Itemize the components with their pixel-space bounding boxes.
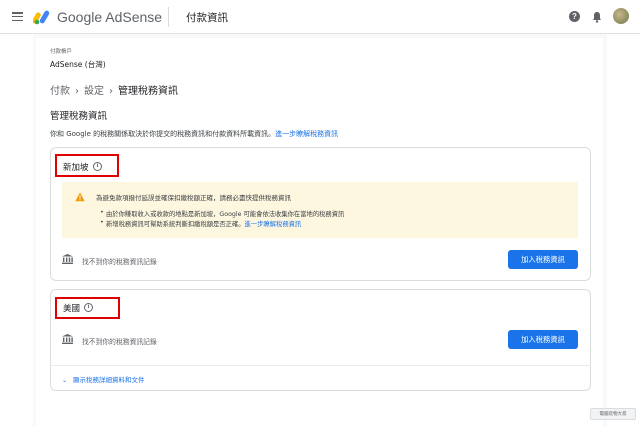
warning-bullet-text: 新增稅務資訊可幫助系統判斷扣繳稅額是否正確。 [106, 221, 245, 228]
highlight-box [55, 154, 119, 177]
warning-title: 為避免款項撥付延誤並確保扣繳稅額正確，請務必盡快提供稅務資訊 [96, 194, 291, 202]
warning-bullet: 新增稅務資訊可幫助系統判斷扣繳稅額是否正確。進一步瞭解稅務資訊 [100, 219, 302, 228]
watermark-logo: 電腦玩物大叔 [590, 408, 636, 420]
breadcrumb-chevron-icon: › [109, 86, 113, 97]
no-record-text: 找不到你的稅務資訊記錄 [82, 338, 157, 346]
bell-icon[interactable] [592, 11, 602, 23]
learn-more-link[interactable]: 進一步瞭解稅務資訊 [275, 130, 338, 138]
adsense-logo-icon[interactable] [33, 9, 51, 25]
learn-more-link[interactable]: 進一步瞭解稅務資訊 [245, 221, 302, 228]
card-divider [50, 365, 591, 366]
breadcrumb-chevron-icon: › [75, 86, 79, 97]
bank-icon [62, 334, 73, 344]
warning-icon [75, 192, 85, 202]
account-label: 付款帳戶 [50, 49, 73, 55]
page-title: 付款資訊 [186, 12, 228, 24]
chevron-down-icon: ⌄ [62, 377, 68, 384]
help-icon[interactable]: ? [569, 11, 580, 22]
expand-label: 顯示稅務詳細資料和文件 [73, 376, 145, 384]
bank-icon [62, 254, 73, 264]
warning-banner: 為避免款項撥付延誤並確保扣繳稅額正確，請務必盡快提供稅務資訊 由於你賺取收入或收… [62, 182, 578, 238]
section-description: 你和 Google 的稅務關係取決於你提交的稅務資訊和付款資料所載資訊。進一步瞭… [50, 129, 338, 139]
account-value: AdSense (台灣) [50, 60, 106, 69]
breadcrumb-settings[interactable]: 設定 [84, 86, 104, 97]
brand-name: Google AdSense [57, 9, 163, 25]
menu-icon[interactable] [12, 12, 23, 22]
avatar[interactable] [613, 8, 629, 24]
add-tax-info-button[interactable]: 加入稅務資訊 [508, 330, 578, 349]
warning-bullet: 由於你賺取收入或收款的地點是新加坡，Google 可能會依法收集你在當地的稅務資… [100, 209, 344, 218]
description-text: 你和 Google 的稅務關係取決於你提交的稅務資訊和付款資料所載資訊。 [50, 130, 276, 138]
section-title: 管理稅務資訊 [50, 111, 108, 122]
top-app-bar: Google AdSense 付款資訊 ? [0, 0, 640, 34]
header-divider [168, 7, 169, 27]
breadcrumb-payments[interactable]: 付款 [50, 86, 70, 97]
show-tax-details-toggle[interactable]: ⌄ 顯示稅務詳細資料和文件 [62, 374, 145, 384]
no-record-text: 找不到你的稅務資訊記錄 [82, 258, 157, 266]
highlight-box [55, 297, 120, 319]
add-tax-info-button[interactable]: 加入稅務資訊 [508, 250, 578, 269]
breadcrumb: 付款 › 設定 › 管理稅務資訊 [50, 82, 178, 97]
breadcrumb-current: 管理稅務資訊 [118, 86, 178, 97]
